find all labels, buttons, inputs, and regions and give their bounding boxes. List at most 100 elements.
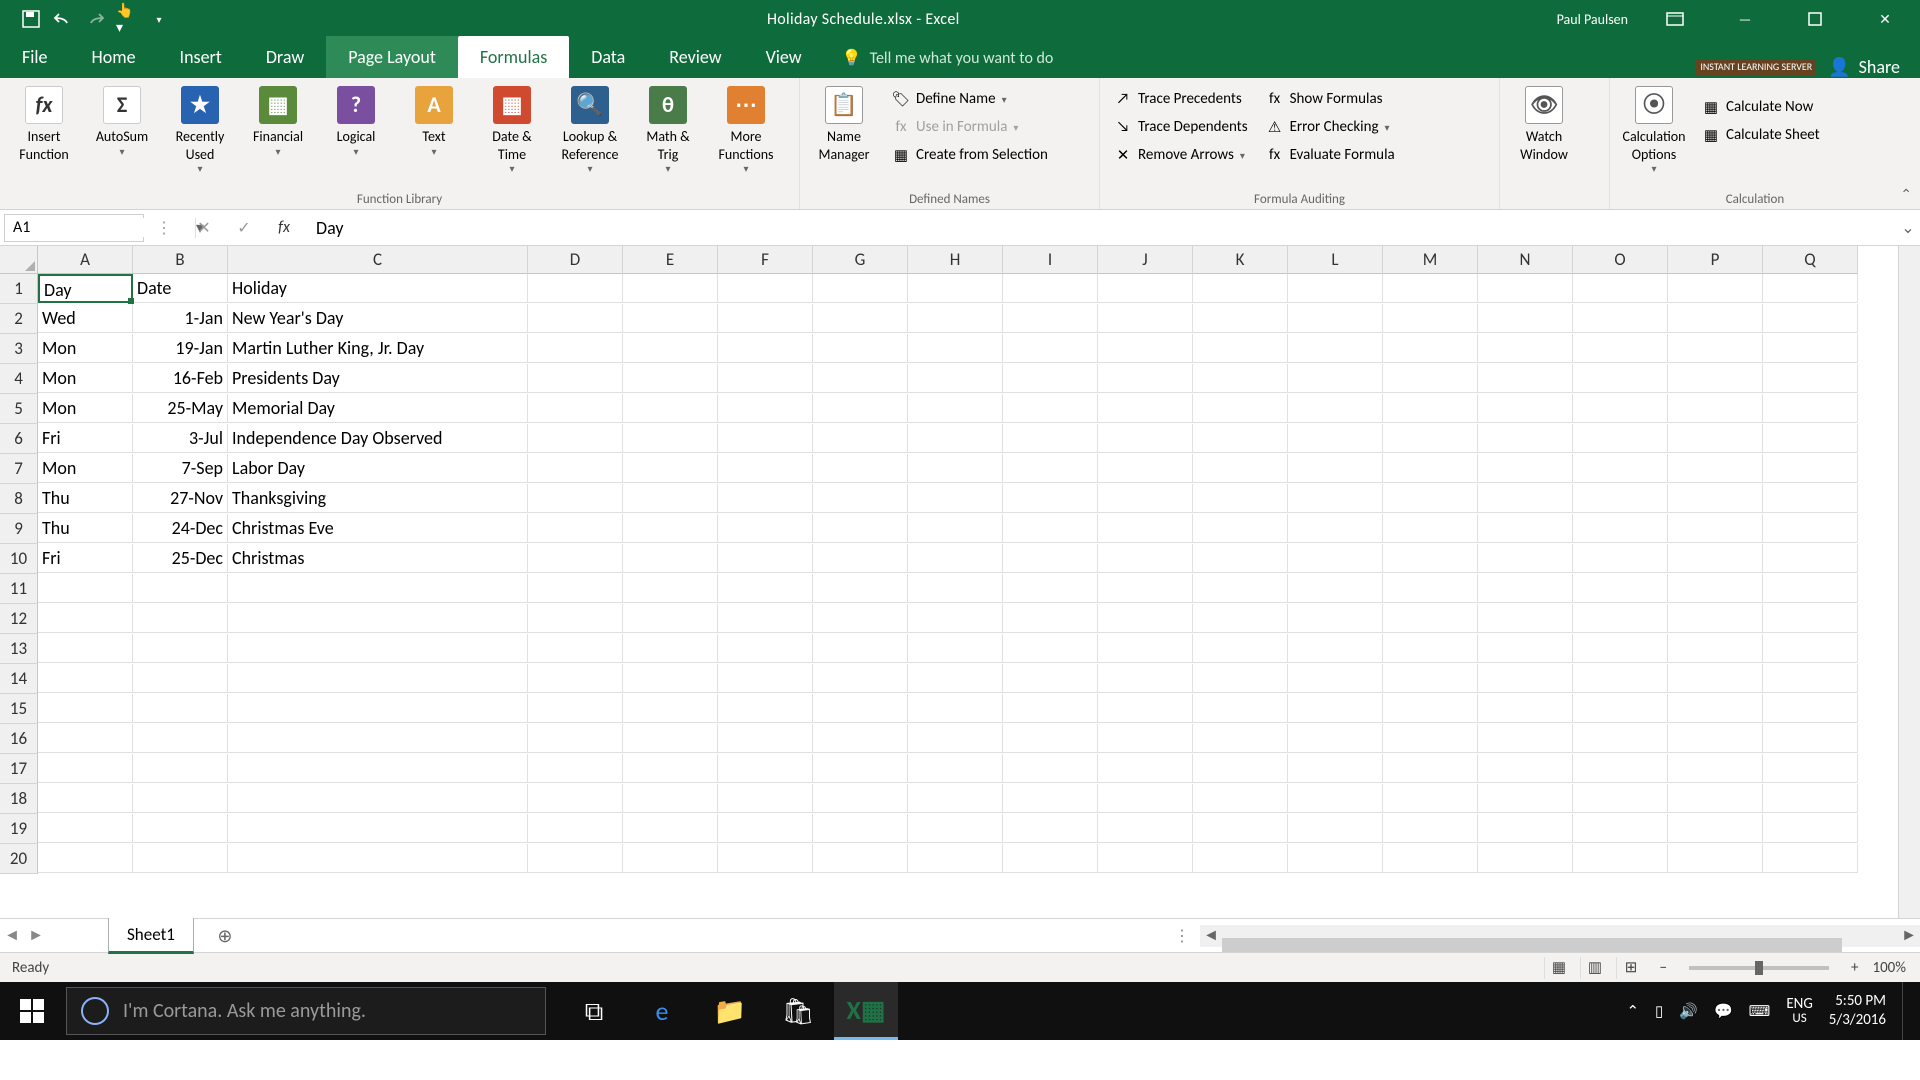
cell-A11[interactable] — [38, 574, 133, 603]
cell-M12[interactable] — [1383, 604, 1478, 633]
prev-sheet-button[interactable]: ◄ — [0, 926, 24, 945]
cell-L7[interactable] — [1288, 454, 1383, 483]
use-in-formula-button[interactable]: fxUse in Formula ▾ — [886, 116, 1054, 138]
cell-L16[interactable] — [1288, 724, 1383, 753]
cell-Q20[interactable] — [1763, 844, 1858, 873]
cell-E20[interactable] — [623, 844, 718, 873]
cell-H4[interactable] — [908, 364, 1003, 393]
cell-B11[interactable] — [133, 574, 228, 603]
keyboard-icon[interactable]: ⌨ — [1749, 1002, 1771, 1021]
cell-G3[interactable] — [813, 334, 908, 363]
cell-K5[interactable] — [1193, 394, 1288, 423]
show-formulas-button[interactable]: fxShow Formulas — [1260, 88, 1401, 110]
cell-D11[interactable] — [528, 574, 623, 603]
cell-M7[interactable] — [1383, 454, 1478, 483]
touch-mode-icon[interactable]: 👆▾ — [116, 8, 138, 30]
cell-I18[interactable] — [1003, 784, 1098, 813]
edge-taskbar-icon[interactable]: e — [630, 982, 694, 1040]
cell-L12[interactable] — [1288, 604, 1383, 633]
cell-G11[interactable] — [813, 574, 908, 603]
cell-P1[interactable] — [1668, 274, 1763, 303]
cell-B1[interactable]: Date — [133, 274, 228, 303]
language-indicator[interactable]: ENG US — [1786, 996, 1812, 1027]
cell-C9[interactable]: Christmas Eve — [228, 514, 528, 543]
select-all-button[interactable] — [0, 246, 38, 274]
cell-F16[interactable] — [718, 724, 813, 753]
cell-H18[interactable] — [908, 784, 1003, 813]
cell-F1[interactable] — [718, 274, 813, 303]
row-header-8[interactable]: 8 — [0, 484, 38, 514]
cell-P19[interactable] — [1668, 814, 1763, 843]
cell-I14[interactable] — [1003, 664, 1098, 693]
cell-E4[interactable] — [623, 364, 718, 393]
calculate-now-button[interactable]: ▦Calculate Now — [1696, 96, 1826, 118]
cell-P5[interactable] — [1668, 394, 1763, 423]
row-header-19[interactable]: 19 — [0, 814, 38, 844]
financial-button[interactable]: ▦Financial▾ — [242, 84, 314, 158]
cell-B10[interactable]: 25-Dec — [133, 544, 228, 573]
cell-E11[interactable] — [623, 574, 718, 603]
cell-F12[interactable] — [718, 604, 813, 633]
cell-Q8[interactable] — [1763, 484, 1858, 513]
cell-Q10[interactable] — [1763, 544, 1858, 573]
notification-icon[interactable]: 💬 — [1714, 1002, 1733, 1021]
column-header-E[interactable]: E — [623, 246, 718, 274]
cell-M5[interactable] — [1383, 394, 1478, 423]
cell-P15[interactable] — [1668, 694, 1763, 723]
cell-D17[interactable] — [528, 754, 623, 783]
column-header-Q[interactable]: Q — [1763, 246, 1858, 274]
cell-O1[interactable] — [1573, 274, 1668, 303]
cell-N11[interactable] — [1478, 574, 1573, 603]
cell-G4[interactable] — [813, 364, 908, 393]
cell-K17[interactable] — [1193, 754, 1288, 783]
cell-P3[interactable] — [1668, 334, 1763, 363]
define-name-button[interactable]: 🏷Define Name ▾ — [886, 88, 1054, 110]
name-manager-button[interactable]: 📋Name Manager — [808, 84, 880, 163]
cell-C15[interactable] — [228, 694, 528, 723]
cell-D3[interactable] — [528, 334, 623, 363]
row-header-11[interactable]: 11 — [0, 574, 38, 604]
cell-B7[interactable]: 7-Sep — [133, 454, 228, 483]
cell-O4[interactable] — [1573, 364, 1668, 393]
cell-O15[interactable] — [1573, 694, 1668, 723]
show-desktop-button[interactable] — [1902, 982, 1912, 1040]
cell-F4[interactable] — [718, 364, 813, 393]
cell-M19[interactable] — [1383, 814, 1478, 843]
cell-J18[interactable] — [1098, 784, 1193, 813]
next-sheet-button[interactable]: ► — [24, 926, 48, 945]
cell-G14[interactable] — [813, 664, 908, 693]
cell-O17[interactable] — [1573, 754, 1668, 783]
cell-C10[interactable]: Christmas — [228, 544, 528, 573]
cell-O12[interactable] — [1573, 604, 1668, 633]
cell-H10[interactable] — [908, 544, 1003, 573]
cell-G20[interactable] — [813, 844, 908, 873]
cell-Q18[interactable] — [1763, 784, 1858, 813]
cell-M15[interactable] — [1383, 694, 1478, 723]
cell-A1[interactable]: Day — [38, 274, 133, 303]
cell-J6[interactable] — [1098, 424, 1193, 453]
insert-function-button[interactable]: fxInsert Function — [8, 84, 80, 163]
cell-L8[interactable] — [1288, 484, 1383, 513]
cell-M9[interactable] — [1383, 514, 1478, 543]
cell-A10[interactable]: Fri — [38, 544, 133, 573]
cell-C19[interactable] — [228, 814, 528, 843]
cell-E7[interactable] — [623, 454, 718, 483]
cell-K13[interactable] — [1193, 634, 1288, 663]
cell-M10[interactable] — [1383, 544, 1478, 573]
cell-L9[interactable] — [1288, 514, 1383, 543]
cell-C7[interactable]: Labor Day — [228, 454, 528, 483]
page-break-view-button[interactable]: ⊞ — [1616, 957, 1646, 979]
close-button[interactable]: ✕ — [1862, 0, 1908, 38]
cell-N6[interactable] — [1478, 424, 1573, 453]
cell-L6[interactable] — [1288, 424, 1383, 453]
cell-K4[interactable] — [1193, 364, 1288, 393]
cell-D20[interactable] — [528, 844, 623, 873]
cell-C14[interactable] — [228, 664, 528, 693]
cell-I1[interactable] — [1003, 274, 1098, 303]
row-header-3[interactable]: 3 — [0, 334, 38, 364]
watch-window-button[interactable]: 👁Watch Window — [1508, 84, 1580, 163]
cell-I2[interactable] — [1003, 304, 1098, 333]
undo-icon[interactable] — [52, 8, 74, 30]
cell-L11[interactable] — [1288, 574, 1383, 603]
cell-P2[interactable] — [1668, 304, 1763, 333]
